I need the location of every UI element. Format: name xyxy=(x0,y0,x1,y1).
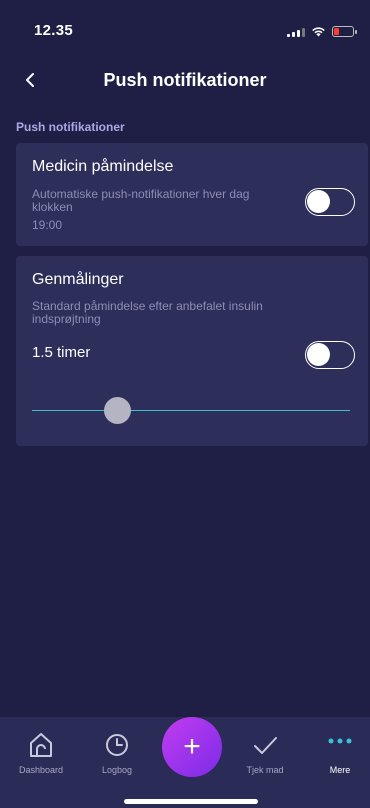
remeasure-title: Genmålinger xyxy=(32,271,124,288)
cellular-signal-icon xyxy=(287,27,305,37)
medicine-reminder-card: Medicin påmindelse Automatiske push-noti… xyxy=(16,143,368,246)
clock-icon xyxy=(106,734,128,756)
home-icon xyxy=(30,733,52,757)
medicine-reminder-description: Automatiske push-notifikationer hver dag… xyxy=(32,187,250,214)
wifi-icon xyxy=(312,27,325,37)
section-label: Push notifikationer xyxy=(16,120,125,134)
add-button[interactable]: + xyxy=(162,717,222,777)
tab-mere[interactable]: Mere xyxy=(305,731,370,775)
more-dots-icon xyxy=(328,738,352,744)
remeasure-timer-value: 1.5 timer xyxy=(32,344,91,361)
tab-bar: Dashboard Logbog + Tjek mad Mere xyxy=(0,717,370,808)
tab-logbog-label: Logbog xyxy=(101,765,133,775)
tab-tjek-mad-label: Tjek mad xyxy=(246,765,284,775)
tab-logbog[interactable]: Logbog xyxy=(82,731,152,775)
tab-dashboard[interactable]: Dashboard xyxy=(6,731,76,775)
tab-tjek-mad[interactable]: Tjek mad xyxy=(230,731,300,775)
page-title: Push notifikationer xyxy=(103,70,267,90)
toggle-knob xyxy=(307,343,330,366)
medicine-reminder-toggle[interactable] xyxy=(305,188,355,216)
tab-mere-label: Mere xyxy=(329,765,351,775)
medicine-reminder-title: Medicin påmindelse xyxy=(32,158,174,175)
toggle-knob xyxy=(307,190,330,213)
battery-icon xyxy=(332,26,357,37)
status-icons xyxy=(287,26,357,37)
remeasure-slider-track[interactable] xyxy=(32,410,350,411)
checkmark-icon xyxy=(254,737,277,754)
medicine-reminder-time: 19:00 xyxy=(32,218,63,232)
home-indicator xyxy=(124,799,258,804)
status-time: 12.35 xyxy=(34,22,74,39)
tab-dashboard-label: Dashboard xyxy=(18,765,64,775)
status-bar: 12.35 xyxy=(0,0,370,50)
nav-header: Push notifikationer xyxy=(0,60,370,100)
remeasure-toggle[interactable] xyxy=(305,341,355,369)
remeasure-card: Genmålinger Standard påmindelse efter an… xyxy=(16,256,368,446)
remeasure-slider-thumb[interactable] xyxy=(104,397,132,424)
remeasure-description: Standard påmindelse efter anbefalet insu… xyxy=(32,299,263,326)
